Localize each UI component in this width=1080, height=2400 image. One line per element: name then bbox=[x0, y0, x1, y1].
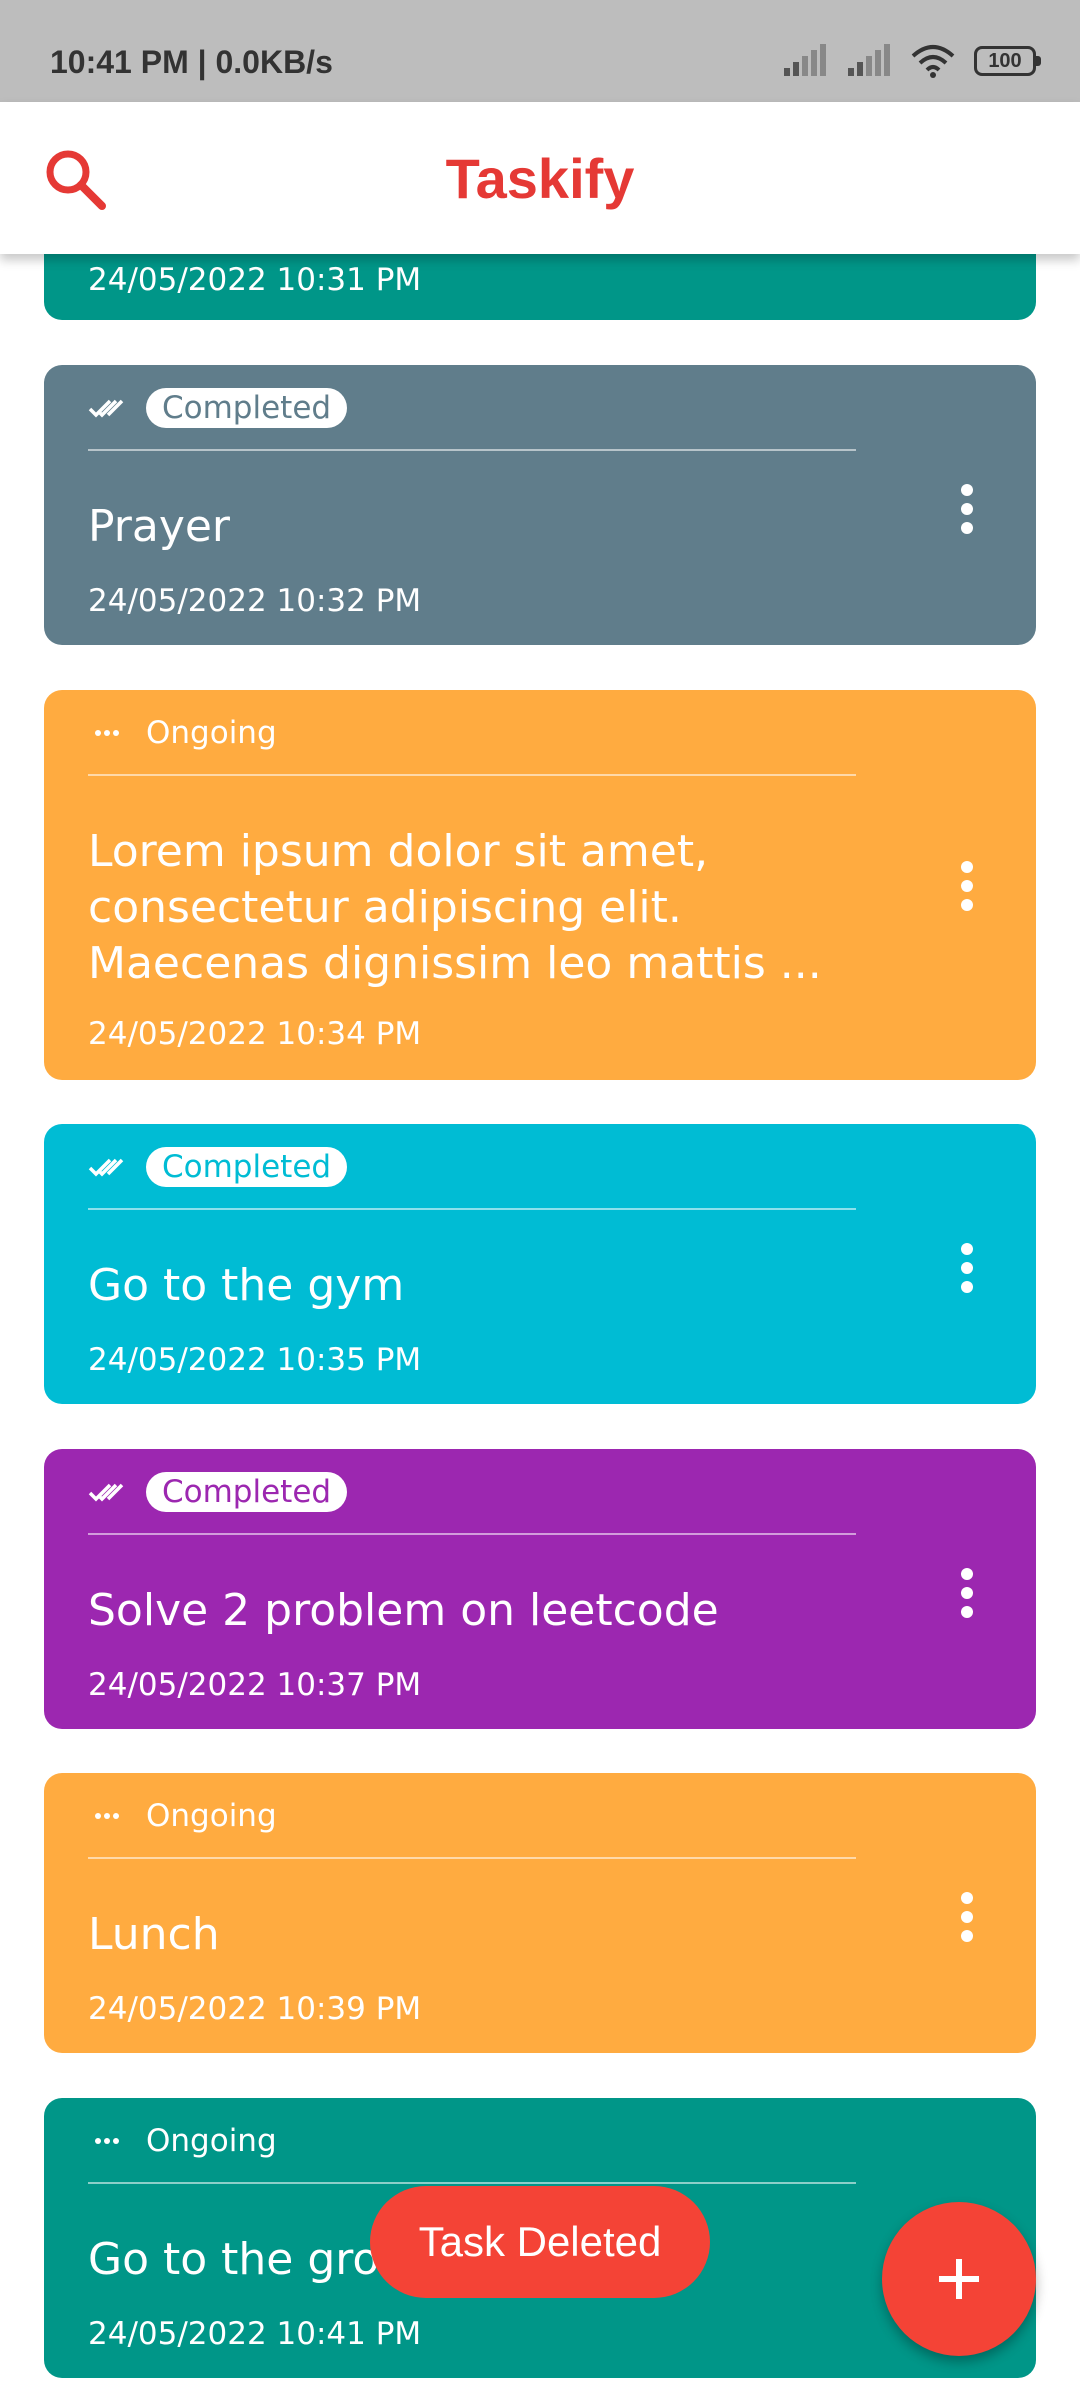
status-bar: 10:41 PM | 0.0KB/s 100 bbox=[0, 0, 1080, 102]
plus-icon bbox=[939, 2259, 979, 2299]
divider bbox=[88, 774, 856, 776]
task-date: 24/05/2022 10:39 PM bbox=[88, 1991, 422, 2027]
task-card[interactable]: Completed Go to the gym 24/05/2022 10:35… bbox=[44, 1124, 1036, 1404]
more-vert-icon[interactable] bbox=[960, 860, 974, 912]
task-card[interactable]: Completed Solve 2 problem on leetcode 24… bbox=[44, 1449, 1036, 1729]
task-date: 24/05/2022 10:37 PM bbox=[88, 1667, 422, 1703]
battery-level: 100 bbox=[988, 49, 1022, 72]
signal-icon-2 bbox=[848, 44, 890, 76]
task-title: Solve 2 problem on leetcode bbox=[88, 1585, 719, 1636]
app-title: Taskify bbox=[445, 147, 635, 210]
more-vert-icon[interactable] bbox=[960, 1242, 974, 1294]
task-card[interactable]: Completed Prayer 24/05/2022 10:32 PM bbox=[44, 365, 1036, 645]
signal-icon bbox=[784, 44, 826, 76]
wifi-icon bbox=[911, 45, 955, 78]
status-badge: Completed bbox=[146, 1472, 348, 1512]
task-date: 24/05/2022 10:31 PM bbox=[88, 262, 422, 298]
divider bbox=[88, 1208, 856, 1210]
status-icons: 100 bbox=[782, 44, 1041, 78]
add-task-button[interactable] bbox=[882, 2202, 1036, 2356]
more-vert-icon[interactable] bbox=[960, 1567, 974, 1619]
more-vert-icon[interactable] bbox=[960, 1891, 974, 1943]
task-date: 24/05/2022 10:41 PM bbox=[88, 2316, 422, 2352]
divider bbox=[88, 1533, 856, 1535]
snackbar: Task Deleted bbox=[370, 2186, 710, 2298]
more-horiz-icon bbox=[95, 1813, 119, 1819]
done-all-icon bbox=[88, 399, 124, 418]
divider bbox=[88, 449, 856, 451]
divider bbox=[88, 2182, 856, 2184]
task-date: 24/05/2022 10:35 PM bbox=[88, 1342, 422, 1378]
task-status: Ongoing bbox=[88, 712, 277, 754]
task-title: Go to the gym bbox=[88, 1260, 405, 1311]
task-card[interactable]: Ongoing Lorem ipsum dolor sit amet, cons… bbox=[44, 690, 1036, 1080]
more-vert-icon[interactable] bbox=[960, 483, 974, 535]
task-status: Completed bbox=[88, 387, 348, 429]
task-title: Lorem ipsum dolor sit amet, consectetur … bbox=[88, 826, 822, 989]
task-title: Lunch bbox=[88, 1909, 220, 1960]
task-date: 24/05/2022 10:34 PM bbox=[88, 1016, 422, 1052]
divider bbox=[88, 1857, 856, 1859]
task-date: 24/05/2022 10:32 PM bbox=[88, 583, 422, 619]
done-all-icon bbox=[88, 1483, 124, 1502]
status-label: Ongoing bbox=[146, 715, 277, 751]
task-status: Ongoing bbox=[88, 1795, 277, 1837]
task-title: Prayer bbox=[88, 501, 231, 552]
status-badge: Completed bbox=[146, 1147, 348, 1187]
battery-icon: 100 bbox=[974, 46, 1041, 76]
status-time: 10:41 PM | 0.0KB/s bbox=[50, 44, 333, 80]
status-label: Ongoing bbox=[146, 2123, 277, 2159]
more-horiz-icon bbox=[95, 730, 119, 736]
more-horiz-icon bbox=[95, 2138, 119, 2144]
status-label: Ongoing bbox=[146, 1798, 277, 1834]
snackbar-message: Task Deleted bbox=[418, 2218, 662, 2265]
task-status: Ongoing bbox=[88, 2120, 277, 2162]
task-status: Completed bbox=[88, 1146, 348, 1188]
task-card[interactable]: Ongoing Lunch 24/05/2022 10:39 PM bbox=[44, 1773, 1036, 2053]
status-badge: Completed bbox=[146, 388, 348, 428]
done-all-icon bbox=[88, 1158, 124, 1177]
app-bar: Taskify bbox=[0, 102, 1080, 254]
task-status: Completed bbox=[88, 1471, 348, 1513]
